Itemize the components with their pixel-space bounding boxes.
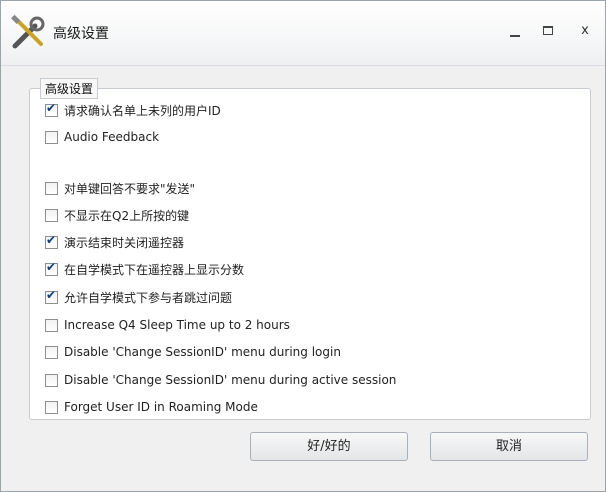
tools-icon — [11, 14, 45, 49]
option-disable-change-session-login[interactable]: Disable 'Change SessionID' menu during l… — [45, 343, 341, 361]
close-icon: x — [581, 23, 589, 38]
option-label: Forget User ID in Roaming Mode — [64, 400, 258, 414]
option-allow-skip-questions[interactable]: ✔ 允许自学模式下参与者跳过问题 — [45, 288, 232, 306]
option-close-remote-on-end[interactable]: ✔ 演示结束时关闭遥控器 — [45, 233, 184, 251]
option-audio-feedback[interactable]: Audio Feedback — [45, 128, 159, 146]
checkmark-icon: ✔ — [46, 100, 57, 115]
group-legend: 高级设置 — [40, 78, 99, 99]
checkbox[interactable] — [45, 345, 58, 359]
checkmark-icon: ✔ — [46, 287, 57, 302]
close-button[interactable]: x — [576, 23, 594, 41]
checkbox[interactable]: ✔ — [45, 287, 58, 304]
checkbox[interactable] — [45, 208, 58, 222]
option-label: 在自学模式下在遥控器上显示分数 — [64, 262, 245, 277]
checkbox[interactable] — [45, 318, 58, 332]
option-confirm-unlisted-user-id[interactable]: ✔ 请求确认名单上未列的用户ID — [45, 101, 221, 119]
option-label: Disable 'Change SessionID' menu during l… — [64, 345, 341, 359]
option-label: Audio Feedback — [64, 130, 160, 144]
maximize-icon — [543, 26, 553, 35]
minimize-icon — [510, 35, 520, 37]
checkbox[interactable] — [45, 373, 58, 387]
option-label: 对单键回答不要求"发送" — [64, 181, 196, 196]
option-label: 演示结束时关闭遥控器 — [64, 235, 185, 250]
option-no-send-single-key[interactable]: 对单键回答不要求"发送" — [45, 179, 195, 197]
option-label: 不显示在Q2上所按的键 — [64, 208, 190, 223]
option-label: 允许自学模式下参与者跳过问题 — [64, 290, 233, 305]
title-bar[interactable]: 高级设置 x — [1, 1, 605, 66]
option-disable-change-session-active[interactable]: Disable 'Change SessionID' menu during a… — [45, 371, 396, 389]
option-hide-q2-keys[interactable]: 不显示在Q2上所按的键 — [45, 206, 189, 224]
checkbox[interactable] — [45, 181, 58, 195]
checkbox[interactable]: ✔ — [45, 259, 58, 276]
checkbox[interactable] — [45, 130, 58, 144]
checkmark-icon: ✔ — [46, 232, 57, 247]
cancel-button[interactable]: 取消 — [430, 432, 588, 461]
option-increase-q4-sleep[interactable]: Increase Q4 Sleep Time up to 2 hours — [45, 316, 290, 334]
minimize-button[interactable] — [506, 23, 524, 41]
option-label: Increase Q4 Sleep Time up to 2 hours — [64, 318, 290, 332]
ok-button[interactable]: 好/好的 — [250, 432, 408, 461]
option-show-score-self-paced[interactable]: ✔ 在自学模式下在遥控器上显示分数 — [45, 260, 244, 278]
settings-dialog: 高级设置 x 高级设置 ✔ 请求确认名单上未列的用户ID Audio Feedb… — [0, 0, 606, 492]
checkbox[interactable]: ✔ — [45, 100, 58, 117]
option-label: Disable 'Change SessionID' menu during a… — [64, 373, 397, 387]
maximize-button[interactable] — [540, 23, 558, 41]
checkmark-icon: ✔ — [46, 259, 57, 274]
checkbox[interactable]: ✔ — [45, 232, 58, 249]
option-label: 请求确认名单上未列的用户ID — [64, 103, 221, 118]
window-title: 高级设置 — [53, 26, 109, 42]
checkbox[interactable] — [45, 400, 58, 414]
option-forget-user-id-roaming[interactable]: Forget User ID in Roaming Mode — [45, 398, 258, 416]
